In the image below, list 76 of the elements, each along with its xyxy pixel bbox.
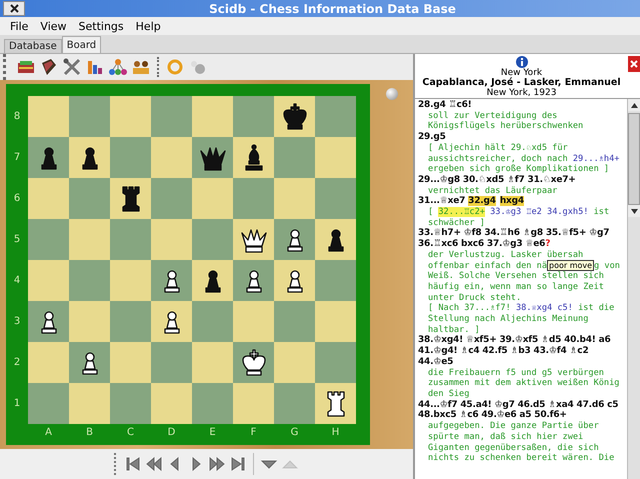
scroll-up-button[interactable]	[628, 99, 640, 111]
board-square[interactable]	[233, 137, 274, 178]
board-square[interactable]	[233, 219, 274, 260]
comment-text: der Verlustzug. Lasker übersah offenbar einfach den nä poor move g von Weiß. Solche Versehen stellen sich häufig ein, wenn man so lange Zeit unter Druck steht.	[427, 250, 621, 304]
comment-text: [ Nach 37...♗f7! 38.♕xg4 c5! ist die Stellung nach Aljechins Meinung haltbar. ]	[427, 303, 616, 335]
scroll-down-button[interactable]	[628, 205, 640, 217]
close-pane-button[interactable]	[628, 56, 640, 72]
rank-label: 5	[12, 233, 22, 247]
close-button[interactable]	[3, 1, 25, 16]
rank-label: 4	[12, 274, 22, 288]
menu-item[interactable]: Settings	[78, 20, 124, 32]
move-line: 44...♔f7 45.a4! ♔g7 46.d5 ♗xa4 47.d6 c5 48.bxc5 ♗c6 49.♔e6 a5 50.f6+	[418, 400, 620, 422]
comment-text: aufgegeben. Die ganze Partie über spürte man, daß sich hier zwei Giganten gegenübersaßen, die sich nichts zu schenken bereit wären. Die	[427, 421, 616, 464]
board-square[interactable]	[192, 260, 233, 301]
scroll-thumb[interactable]	[628, 113, 640, 205]
first-icon	[124, 455, 142, 473]
board-square[interactable]	[274, 219, 315, 260]
last-icon	[228, 455, 246, 473]
rank-label: 6	[12, 192, 22, 206]
fast-back-icon	[144, 455, 162, 473]
tab[interactable]: Database	[4, 39, 62, 53]
close-icon	[630, 60, 638, 68]
board-square[interactable]	[110, 178, 151, 219]
board-square[interactable]	[69, 137, 110, 178]
file-label: C	[126, 426, 135, 440]
move-line: 38.♔xg4! ♕xf5+ 39.♔xf5 ♗d5 40.b4! a6 41.♔g4! ♗c4 42.f5 ♗b3 43.♔f4 ♗c2 44.♔e5	[418, 335, 612, 368]
scrollbar[interactable]	[627, 99, 640, 479]
comment-text: vernichtet das Läuferpaar	[427, 186, 558, 196]
board-square[interactable]	[28, 137, 69, 178]
file-label: B	[85, 426, 94, 440]
rank-label: 7	[12, 151, 22, 165]
move-line: 29...♔g8 30.♘xd5 ♗f7 31.♘xe7+	[418, 174, 577, 186]
menu-item[interactable]: Help	[136, 20, 161, 32]
rank-label: 3	[12, 315, 22, 329]
fast-forward-icon	[208, 455, 226, 473]
tab[interactable]: Board	[62, 36, 102, 53]
comment-text: [ 32...♖c2+ 33.♔g3 ♖e2 34.gxh5! ist schwächer ]	[427, 207, 610, 228]
board-square[interactable]	[233, 260, 274, 301]
rank-label: 8	[12, 110, 22, 124]
move-line: 29.g5	[418, 132, 447, 143]
move-line: 28.g4 ♖c6!	[418, 100, 473, 111]
board-square[interactable]	[28, 301, 69, 342]
menu-item[interactable]: View	[40, 20, 67, 32]
caret-down-icon	[630, 208, 638, 214]
side-to-move-indicator	[386, 88, 398, 100]
file-label: F	[250, 426, 258, 440]
caret-up-icon	[630, 102, 638, 108]
board-square[interactable]	[192, 137, 233, 178]
tools-icon[interactable]	[62, 57, 82, 77]
move-line: 31...♕xe7 32.g4 hxg4	[418, 196, 525, 208]
file-label: E	[208, 426, 217, 440]
file-label: D	[166, 426, 176, 440]
menu-item[interactable]: File	[10, 20, 28, 32]
board-square[interactable]	[233, 342, 274, 383]
event-name: New York	[500, 68, 542, 78]
rank-label: 1	[12, 397, 22, 411]
file-label: G	[290, 426, 300, 440]
board-square[interactable]	[315, 383, 356, 424]
tree-icon[interactable]	[108, 57, 128, 77]
file-label: H	[330, 426, 340, 440]
players-name: Capablanca, José - Lasker, Emmanuel	[422, 78, 621, 88]
comment-text: [ Aljechin hält 29.♘xd5 für aussichtsreicher, doch nach 29...♗h4+ ergeben sich große Komplikationen ]	[427, 142, 620, 175]
board-square[interactable]	[69, 342, 110, 383]
board-square[interactable]	[151, 260, 192, 301]
file-label: A	[44, 426, 53, 440]
comment-text: soll zur Verteidigung des Königsflügels herüberschwenken	[427, 110, 584, 132]
comment-text: die Freibauern f5 und g5 verbürgen zusammen mit dem aktiven weißen König den Sieg	[427, 368, 620, 400]
board-square[interactable]	[315, 219, 356, 260]
site-date: New York, 1923	[486, 88, 556, 98]
board-square[interactable]	[274, 260, 315, 301]
rank-label: 2	[12, 356, 22, 370]
move-line: 33.♕h7+ ♔f8 34.♖h6 ♗g8 35.♕f5+ ♔g7 36.♖xc6 bxc6 37.♔g3 ♕e6?	[418, 228, 610, 250]
window-title: Scidb - Chess Information Data Base	[208, 2, 457, 16]
board-square[interactable]	[151, 301, 192, 342]
board-square[interactable]	[274, 96, 315, 137]
close-icon	[10, 4, 18, 13]
